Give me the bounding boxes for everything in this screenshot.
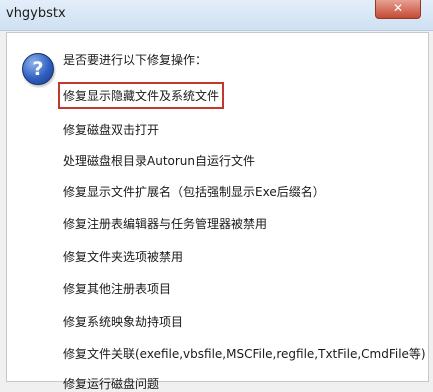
option-show-extensions[interactable]: 修复显示文件扩展名（包括强制显示Exe后缀名） [63, 183, 325, 200]
option-file-associations[interactable]: 修复文件关联(exefile,vbsfile,MSCFile,regfile,T… [63, 345, 426, 362]
option-regedit-taskmgr[interactable]: 修复注册表编辑器与任务管理器被禁用 [63, 215, 267, 232]
title-bar: vhgybstx ✕ [0, 0, 433, 31]
dialog-question: 是否要进行以下修复操作： [63, 53, 208, 67]
close-button[interactable]: ✕ [375, 0, 421, 19]
option-disk-run[interactable]: 修复运行磁盘问题 [63, 375, 159, 392]
option-autorun-files[interactable]: 处理磁盘根目录Autorun自运行文件 [63, 152, 255, 169]
option-show-hidden-files[interactable]: 修复显示隐藏文件及系统文件 [57, 82, 225, 109]
question-icon: ? [22, 53, 54, 85]
option-folder-options[interactable]: 修复文件夹选项被禁用 [63, 248, 183, 265]
window-title: vhgybstx [6, 6, 66, 21]
option-other-registry[interactable]: 修复其他注册表项目 [63, 280, 171, 297]
option-image-hijack[interactable]: 修复系统映象劫持项目 [63, 313, 183, 330]
option-disk-double-click[interactable]: 修复磁盘双击打开 [63, 121, 159, 138]
close-icon: ✕ [392, 1, 404, 15]
